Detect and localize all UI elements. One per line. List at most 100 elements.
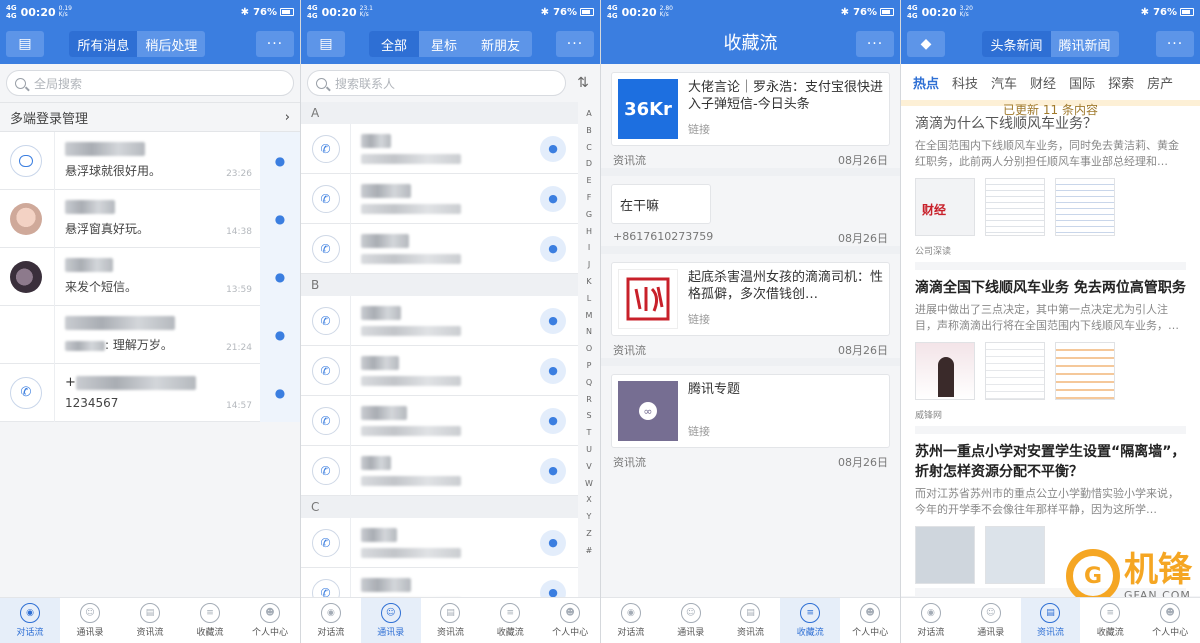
more-button[interactable]: ···: [856, 31, 894, 57]
tab-contacts[interactable]: ☺ 通讯录: [60, 598, 120, 643]
alphabet-letter[interactable]: R: [586, 392, 592, 409]
alphabet-letter[interactable]: C: [586, 140, 592, 157]
tab-conversations[interactable]: ◉ 对话流: [601, 598, 661, 643]
alphabet-letter[interactable]: Y: [587, 509, 592, 526]
phone-icon: ✆: [10, 376, 42, 409]
tab-profile[interactable]: ☻ 个人中心: [840, 598, 900, 643]
news-item[interactable]: 滴滴为什么下线顺风车业务？ 在全国范围内下线顺风车业务，同时免去黄洁莉、黄金红职…: [915, 106, 1186, 270]
alphabet-letter[interactable]: H: [586, 224, 592, 241]
alphabet-letter[interactable]: K: [586, 274, 591, 291]
tab-favorites[interactable]: ≡ 收藏流: [480, 598, 540, 643]
tab-news[interactable]: ▤ 资讯流: [1020, 598, 1081, 643]
mic-icon[interactable]: ●: [260, 189, 300, 248]
more-button[interactable]: ···: [255, 31, 294, 57]
alphabet-index[interactable]: A B C D E F G H I J K L M N O P Q R S T U V W X Y Z #: [582, 106, 596, 560]
chat-bubble-icon: [10, 144, 42, 177]
contact-item[interactable]: ✆ ●: [301, 445, 578, 496]
contact-search-input[interactable]: 搜索联系人: [307, 70, 566, 96]
tab-conversations[interactable]: ◉ 对话流: [901, 598, 961, 643]
contact-item[interactable]: ✆ ●: [301, 295, 578, 346]
sort-icon[interactable]: ⇅: [572, 75, 594, 91]
alphabet-letter[interactable]: W: [585, 476, 593, 493]
conversation-item[interactable]: ✆ + 1234567 14:57 ●: [0, 363, 300, 422]
alphabet-letter[interactable]: Z: [586, 526, 591, 543]
alphabet-letter[interactable]: N: [586, 324, 592, 341]
conversation-item[interactable]: 悬浮球就很好用。 23:26 ●: [0, 131, 300, 190]
global-search-input[interactable]: 全局搜索: [6, 70, 294, 96]
alphabet-letter[interactable]: B: [586, 123, 592, 140]
favorite-item[interactable]: 在干嘛: [611, 184, 711, 224]
mic-icon: ●: [540, 135, 566, 162]
mic-icon[interactable]: ●: [260, 305, 300, 364]
sidebar-toggle-button[interactable]: ▤: [6, 31, 44, 57]
category-tab[interactable]: 财经: [1030, 73, 1056, 92]
tab-profile[interactable]: ☻ 个人中心: [240, 598, 300, 643]
mic-icon[interactable]: ●: [260, 247, 300, 306]
alphabet-letter[interactable]: V: [586, 459, 591, 476]
alphabet-letter[interactable]: F: [587, 190, 592, 207]
tab-profile[interactable]: ☻ 个人中心: [540, 598, 600, 643]
category-tab[interactable]: 探索: [1108, 73, 1134, 92]
contact-item[interactable]: ✆ ●: [301, 395, 578, 446]
alphabet-letter[interactable]: Q: [586, 375, 592, 392]
contact-item[interactable]: ✆ ●: [301, 345, 578, 396]
alphabet-letter[interactable]: T: [587, 425, 592, 442]
more-button[interactable]: ···: [1156, 31, 1194, 57]
alphabet-letter[interactable]: A: [586, 106, 591, 123]
contact-item[interactable]: ✆ ●: [301, 173, 578, 224]
tab-news[interactable]: ▤ 资讯流: [421, 598, 481, 643]
tag-button[interactable]: ◆: [907, 31, 945, 57]
favorite-item[interactable]: ∞ 腾讯专题 链接: [611, 374, 890, 448]
category-tab[interactable]: 国际: [1069, 73, 1095, 92]
tab-contacts[interactable]: ☺ 通讯录: [661, 598, 721, 643]
tab-favorites[interactable]: ≡ 收藏流: [180, 598, 240, 643]
tab-later[interactable]: 稍后处理: [137, 31, 205, 57]
alphabet-letter[interactable]: U: [586, 442, 592, 459]
favorite-item[interactable]: 36Kr 大佬言论｜罗永浩：支付宝很快进入子弹短信-今日头条 链接: [611, 72, 890, 146]
tab-starred[interactable]: 星标: [419, 31, 469, 57]
alphabet-letter[interactable]: M: [586, 308, 593, 325]
favorite-item[interactable]: 起底杀害温州女孩的滴滴司机：性格孤僻，多次借钱创… 链接: [611, 262, 890, 336]
tab-favorites[interactable]: ≡ 收藏流: [1080, 598, 1140, 643]
category-tab[interactable]: 科技: [952, 73, 978, 92]
more-button[interactable]: ···: [555, 31, 594, 57]
conversation-item[interactable]: 悬浮窗真好玩。 14:38 ●: [0, 189, 300, 248]
sidebar-toggle-button[interactable]: ▤: [307, 31, 345, 57]
contact-item[interactable]: ✆ ●: [301, 123, 578, 174]
alphabet-letter[interactable]: O: [586, 341, 592, 358]
mic-icon[interactable]: ●: [260, 363, 300, 422]
tab-news[interactable]: ▤ 资讯流: [721, 598, 781, 643]
contact-item[interactable]: ✆ ●: [301, 517, 578, 568]
tab-tencent-news[interactable]: 腾讯新闻: [1051, 31, 1119, 57]
tab-favorites[interactable]: ≡ 收藏流: [780, 598, 841, 643]
alphabet-letter[interactable]: E: [586, 173, 591, 190]
alphabet-letter[interactable]: P: [587, 358, 592, 375]
news-item[interactable]: 滴滴全国下线顺风车业务 免去两位高管职务 进展中做出了三点决定，其中第一点决定尤…: [915, 270, 1186, 434]
tab-conversations[interactable]: ◉ 对话流: [301, 598, 361, 643]
tab-new-friends[interactable]: 新朋友: [469, 31, 532, 57]
alphabet-letter[interactable]: L: [587, 291, 591, 308]
tab-conversations[interactable]: ◉ 对话流: [0, 598, 60, 643]
mic-icon[interactable]: ●: [260, 131, 300, 190]
multi-login-manager[interactable]: 多端登录管理 ›: [0, 102, 300, 132]
alphabet-letter[interactable]: I: [588, 240, 590, 257]
category-tab[interactable]: 房产: [1147, 73, 1173, 92]
conversation-item[interactable]: : 理解万岁。 21:24 ●: [0, 305, 300, 364]
contact-item[interactable]: ✆ ●: [301, 223, 578, 274]
category-tab[interactable]: 汽车: [991, 73, 1017, 92]
alphabet-letter[interactable]: #: [586, 543, 593, 560]
alphabet-letter[interactable]: J: [588, 257, 590, 274]
tab-profile[interactable]: ☻ 个人中心: [1140, 598, 1200, 643]
category-tab[interactable]: 热点: [913, 73, 939, 92]
tab-all[interactable]: 全部: [368, 31, 419, 57]
conversation-item[interactable]: 来发个短信。 13:59 ●: [0, 247, 300, 306]
alphabet-letter[interactable]: G: [586, 207, 592, 224]
alphabet-letter[interactable]: D: [586, 156, 592, 173]
tab-contacts[interactable]: ☺ 通讯录: [961, 598, 1021, 643]
alphabet-letter[interactable]: S: [586, 408, 591, 425]
alphabet-letter[interactable]: X: [586, 492, 591, 509]
tab-headlines[interactable]: 头条新闻: [982, 31, 1051, 57]
tab-news[interactable]: ▤ 资讯流: [120, 598, 180, 643]
tab-all-messages[interactable]: 所有消息: [69, 31, 138, 57]
tab-contacts[interactable]: ☺ 通讯录: [360, 598, 421, 643]
